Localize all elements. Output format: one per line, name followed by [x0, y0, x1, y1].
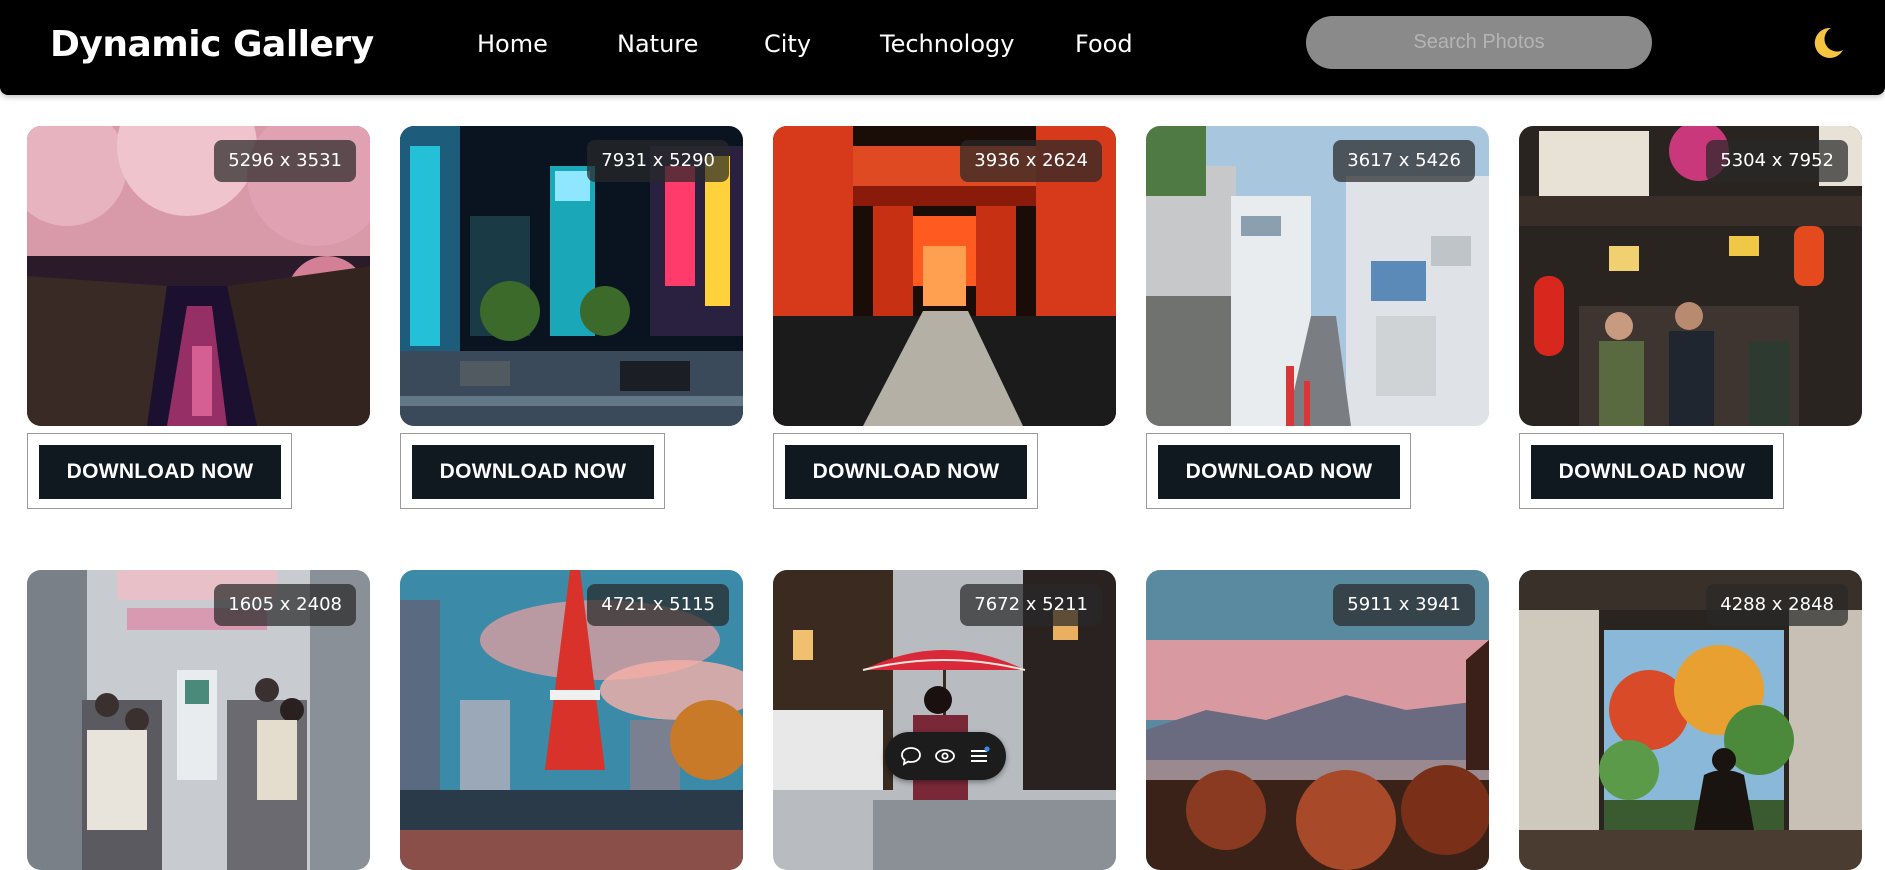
- photo-card[interactable]: 7672 x 5211: [773, 570, 1116, 870]
- photo-card[interactable]: 1605 x 2408: [27, 570, 370, 870]
- menu-icon[interactable]: [967, 744, 991, 768]
- download-button[interactable]: DOWNLOAD NOW: [1158, 445, 1400, 499]
- photo-card[interactable]: 5296 x 3531: [27, 126, 370, 426]
- image-dimensions-badge: 3936 x 2624: [960, 140, 1102, 182]
- comment-icon[interactable]: [899, 744, 923, 768]
- image-dimensions-badge: 5911 x 3941: [1333, 584, 1475, 626]
- download-button[interactable]: DOWNLOAD NOW: [412, 445, 654, 499]
- search-input[interactable]: [1306, 16, 1652, 69]
- download-button-frame: DOWNLOAD NOW: [1146, 433, 1411, 509]
- eye-icon[interactable]: [933, 744, 957, 768]
- photo-card[interactable]: 4288 x 2848: [1519, 570, 1862, 870]
- nav-link-food[interactable]: Food: [1075, 27, 1133, 61]
- brand-title[interactable]: Dynamic Gallery: [50, 21, 374, 69]
- floating-toolbar: [885, 732, 1006, 780]
- photo-card[interactable]: 4721 x 5115: [400, 570, 743, 870]
- image-dimensions-badge: 4288 x 2848: [1706, 584, 1848, 626]
- photo-card[interactable]: 5304 x 7952: [1519, 126, 1862, 426]
- image-dimensions-badge: 4721 x 5115: [587, 584, 729, 626]
- download-button-frame: DOWNLOAD NOW: [400, 433, 665, 509]
- nav-link-technology[interactable]: Technology: [880, 27, 1014, 61]
- photo-card[interactable]: 7931 x 5290: [400, 126, 743, 426]
- image-dimensions-badge: 3617 x 5426: [1333, 140, 1475, 182]
- photo-card[interactable]: 3936 x 2624: [773, 126, 1116, 426]
- photo-card[interactable]: 5911 x 3941: [1146, 570, 1489, 870]
- image-dimensions-badge: 5296 x 3531: [214, 140, 356, 182]
- nav-link-city[interactable]: City: [764, 27, 811, 61]
- moon-icon[interactable]: [1807, 23, 1847, 63]
- download-button[interactable]: DOWNLOAD NOW: [1531, 445, 1773, 499]
- image-dimensions-badge: 1605 x 2408: [214, 584, 356, 626]
- download-button[interactable]: DOWNLOAD NOW: [785, 445, 1027, 499]
- image-dimensions-badge: 5304 x 7952: [1706, 140, 1848, 182]
- image-dimensions-badge: 7931 x 5290: [587, 140, 729, 182]
- download-button[interactable]: DOWNLOAD NOW: [39, 445, 281, 499]
- download-button-frame: DOWNLOAD NOW: [773, 433, 1038, 509]
- download-button-frame: DOWNLOAD NOW: [1519, 433, 1784, 509]
- navbar: Dynamic Gallery Home Nature City Technol…: [0, 0, 1885, 95]
- image-dimensions-badge: 7672 x 5211: [960, 584, 1102, 626]
- photo-card[interactable]: 3617 x 5426: [1146, 126, 1489, 426]
- download-button-frame: DOWNLOAD NOW: [27, 433, 292, 509]
- nav-link-home[interactable]: Home: [477, 27, 548, 61]
- nav-link-nature[interactable]: Nature: [617, 27, 698, 61]
